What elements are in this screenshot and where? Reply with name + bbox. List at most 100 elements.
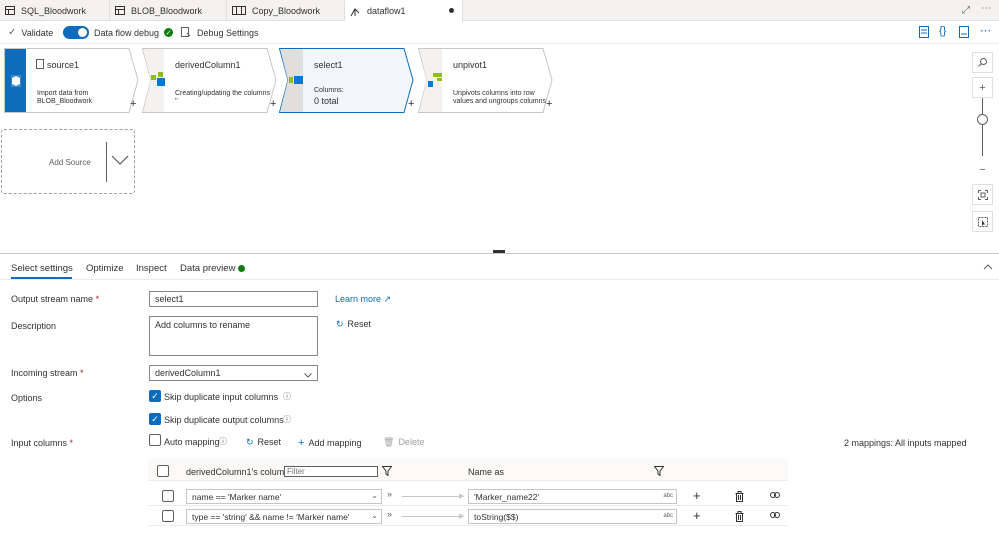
label-text: Output stream name	[11, 294, 94, 304]
output-name-field[interactable]: toString($$) abc	[468, 509, 677, 524]
node-derivedcolumn1[interactable]: derivedColumn1 Creating/updating the col…	[142, 48, 278, 113]
json-icon[interactable]: {}	[939, 25, 946, 37]
tab-select-settings[interactable]: Select settings	[11, 263, 73, 274]
description-label: Description	[11, 321, 57, 331]
node-desc: Creating/updating the columns	[175, 90, 270, 97]
chevron-down-icon[interactable]	[111, 155, 129, 167]
tab-blob-bloodwork[interactable]: BLOB_Bloodwork	[110, 0, 227, 21]
add-mapping-button[interactable]: + Add mapping	[298, 437, 361, 449]
node-unpivot1[interactable]: unpivot1 Unpivots columns into row value…	[418, 48, 554, 113]
more-icon[interactable]: ⋯	[980, 24, 991, 37]
debug-settings-button[interactable]: Debug Settings	[181, 27, 259, 39]
filter-icon[interactable]	[381, 466, 393, 478]
learn-more-link[interactable]: Learn more ↗	[335, 294, 391, 305]
row-checkbox[interactable]	[162, 510, 174, 522]
add-row-plus-icon[interactable]: +	[693, 508, 701, 523]
fit-view-icon[interactable]	[972, 184, 993, 205]
input-expression-field[interactable]: type == 'string' && name != 'Marker name…	[186, 509, 382, 524]
trash-icon[interactable]	[735, 511, 744, 524]
panel-splitter[interactable]	[0, 253, 999, 254]
tab-optimize[interactable]: Optimize	[86, 263, 123, 274]
info-icon[interactable]: ⓘ	[283, 414, 291, 425]
pipeline-icon	[232, 6, 246, 15]
column-filter-input[interactable]	[284, 466, 378, 477]
add-row-plus-icon[interactable]: +	[693, 488, 701, 503]
dropdown-icon[interactable]: ⌄	[371, 491, 378, 500]
expand-icon[interactable]: ⤢	[962, 5, 970, 16]
plus-icon: +	[298, 437, 305, 449]
link-text: Learn more	[335, 294, 382, 304]
reset-description-button[interactable]: ↻ Reset	[336, 319, 371, 330]
zoom-in-icon[interactable]: +	[972, 77, 993, 98]
string-type-icon: abc	[663, 493, 673, 499]
expand-chevron-icon[interactable]: »	[387, 509, 392, 519]
tab-bar: SQL_Bloodwork BLOB_Bloodwork Copy_Bloodw…	[0, 0, 999, 22]
search-icon[interactable]	[972, 52, 993, 73]
external-link-icon: ↗	[383, 294, 392, 304]
collapse-chevron-icon[interactable]	[983, 262, 993, 272]
column-header-output: Name as	[468, 467, 505, 477]
node-desc: Import data from	[37, 90, 89, 97]
string-type-icon: abc	[663, 513, 673, 519]
select-mode-icon[interactable]	[972, 211, 993, 232]
output-name-field[interactable]: 'Marker_name22' abc	[468, 489, 677, 504]
options-label: Options	[11, 393, 43, 403]
input-expression-field[interactable]: name == 'Marker name' ⌄	[186, 489, 382, 504]
code-icon[interactable]	[919, 26, 929, 40]
info-icon[interactable]: ⓘ	[283, 391, 291, 402]
link-icon[interactable]	[770, 491, 780, 501]
select-all-checkbox[interactable]	[157, 465, 169, 477]
zoom-out-icon[interactable]: −	[972, 159, 993, 180]
node-source1[interactable]: source1 Import data from BLOB_Bloodwork	[4, 48, 140, 113]
dropdown-icon[interactable]: ⌄	[371, 511, 378, 520]
tab-copy-bloodwork[interactable]: Copy_Bloodwork	[227, 0, 345, 21]
reset-icon: ↻	[336, 319, 344, 329]
tab-label: dataflow1	[367, 6, 406, 16]
required-star: *	[95, 294, 100, 304]
dataflow-canvas[interactable]: source1 Import data from BLOB_Bloodwork …	[0, 44, 999, 253]
label-text: Incoming stream	[11, 368, 78, 378]
tab-sql-bloodwork[interactable]: SQL_Bloodwork	[0, 0, 110, 21]
zoom-slider-track[interactable]	[982, 98, 983, 156]
divider	[0, 279, 999, 280]
input-columns-label: Input columns *	[11, 438, 73, 448]
tab-inspect[interactable]: Inspect	[136, 263, 167, 274]
more-icon[interactable]: ⋯	[981, 3, 991, 14]
debug-toggle[interactable]: Data flow debug ✓	[63, 26, 174, 39]
delete-button[interactable]: 🗑 Delete	[383, 437, 424, 448]
description-textarea[interactable]: Add columns to rename	[149, 316, 318, 356]
node-select1[interactable]: select1 Columns: 0 total	[279, 48, 415, 113]
validate-button[interactable]: ✓ Validate	[8, 27, 53, 38]
info-icon[interactable]: ⓘ	[219, 436, 227, 447]
output-text: 'Marker_name22'	[474, 492, 540, 502]
output-stream-input[interactable]: select1	[149, 291, 318, 307]
expand-chevron-icon[interactable]: »	[387, 489, 392, 499]
toggle-switch[interactable]	[63, 26, 89, 39]
incoming-stream-select[interactable]: derivedColumn1	[149, 365, 318, 381]
filter-icon[interactable]	[653, 466, 665, 478]
expression-text: name == 'Marker name'	[192, 492, 282, 502]
skip-input-checkbox[interactable]: ✓	[149, 390, 161, 402]
add-source-box[interactable]: Add Source	[1, 129, 135, 194]
add-step-plus-icon[interactable]: +	[408, 98, 414, 110]
tab-dataflow1[interactable]: dataflow1	[345, 0, 463, 22]
auto-mapping-checkbox[interactable]	[149, 434, 161, 446]
output-text: toString($$)	[474, 512, 519, 522]
arrow-head-icon: ▶	[459, 493, 465, 500]
add-step-plus-icon[interactable]: +	[546, 98, 552, 110]
link-icon[interactable]	[770, 511, 780, 521]
splitter-handle[interactable]	[493, 250, 505, 253]
reset-mapping-button[interactable]: ↻ Reset	[246, 437, 281, 448]
add-step-plus-icon[interactable]: +	[270, 98, 276, 110]
trash-icon[interactable]	[735, 491, 744, 504]
success-check-icon: ✓	[164, 28, 174, 37]
add-step-plus-icon[interactable]: +	[130, 98, 136, 110]
zoom-slider-thumb[interactable]	[977, 114, 988, 125]
reset-label: Reset	[347, 319, 372, 329]
row-checkbox[interactable]	[162, 490, 174, 502]
select-value: derivedColumn1	[155, 368, 221, 378]
properties-icon[interactable]	[959, 26, 969, 40]
tab-data-preview[interactable]: Data preview	[180, 263, 235, 274]
table-icon	[115, 6, 125, 15]
skip-output-checkbox[interactable]: ✓	[149, 413, 161, 425]
